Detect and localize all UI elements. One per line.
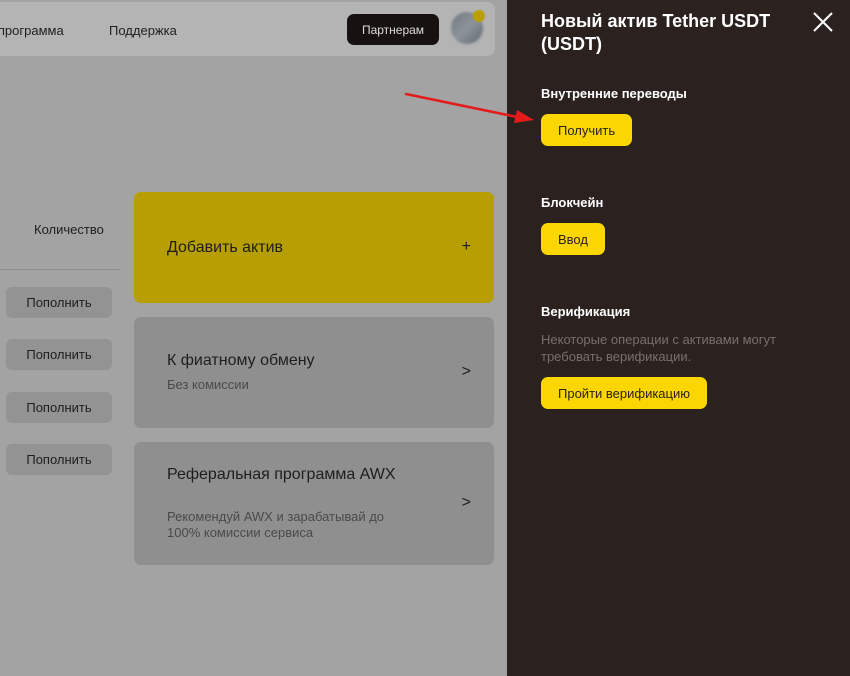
plus-icon: + bbox=[461, 238, 471, 255]
chevron-right-icon: > bbox=[461, 494, 471, 511]
nav-link-support[interactable]: Поддержка bbox=[109, 23, 177, 38]
receive-button[interactable]: Получить bbox=[541, 114, 633, 146]
fiat-exchange-subtitle: Без комиссии bbox=[167, 377, 249, 392]
verification-description: Некоторые операции с активами могут треб… bbox=[541, 332, 776, 364]
add-asset-title: Добавить актив bbox=[167, 239, 283, 256]
table-divider bbox=[0, 269, 121, 270]
close-icon[interactable] bbox=[811, 10, 835, 34]
new-asset-drawer: Новый актив Tether USDT (USDT) Внутренни… bbox=[507, 0, 850, 676]
add-asset-card[interactable]: Добавить актив + bbox=[134, 192, 494, 303]
deposit-button[interactable]: Пополнить bbox=[6, 339, 112, 370]
deposit-button[interactable]: Пополнить bbox=[6, 392, 112, 423]
nav-link-referral-program[interactable]: ая программа bbox=[0, 23, 64, 38]
blockchain-heading: Блокчейн bbox=[541, 195, 604, 210]
annotation-arrow-icon bbox=[404, 92, 534, 123]
blockchain-deposit-button[interactable]: Ввод bbox=[541, 223, 605, 255]
deposit-button[interactable]: Пополнить bbox=[6, 444, 112, 475]
avatar-status-badge bbox=[473, 10, 485, 22]
drawer-title: Новый актив Tether USDT (USDT) bbox=[541, 11, 771, 54]
quantity-column-header: Количество bbox=[34, 222, 104, 237]
verification-heading: Верификация bbox=[541, 304, 631, 319]
referral-program-title: Реферальная программа AWX bbox=[167, 466, 396, 483]
referral-program-subtitle: Рекомендуй AWX и зарабатывай до 100% ком… bbox=[167, 509, 385, 540]
internal-transfers-heading: Внутренние переводы bbox=[541, 86, 687, 101]
deposit-button[interactable]: Пополнить bbox=[6, 287, 112, 318]
verify-button[interactable]: Пройти верификацию bbox=[541, 377, 707, 409]
fiat-exchange-title: К фиатному обмену bbox=[167, 352, 315, 369]
fiat-exchange-card[interactable]: К фиатному обмену Без комиссии > bbox=[134, 317, 494, 428]
partners-button[interactable]: Партнерам bbox=[347, 14, 439, 45]
chevron-right-icon: > bbox=[461, 363, 471, 380]
referral-program-card[interactable]: Реферальная программа AWX Рекомендуй AWX… bbox=[134, 442, 494, 565]
